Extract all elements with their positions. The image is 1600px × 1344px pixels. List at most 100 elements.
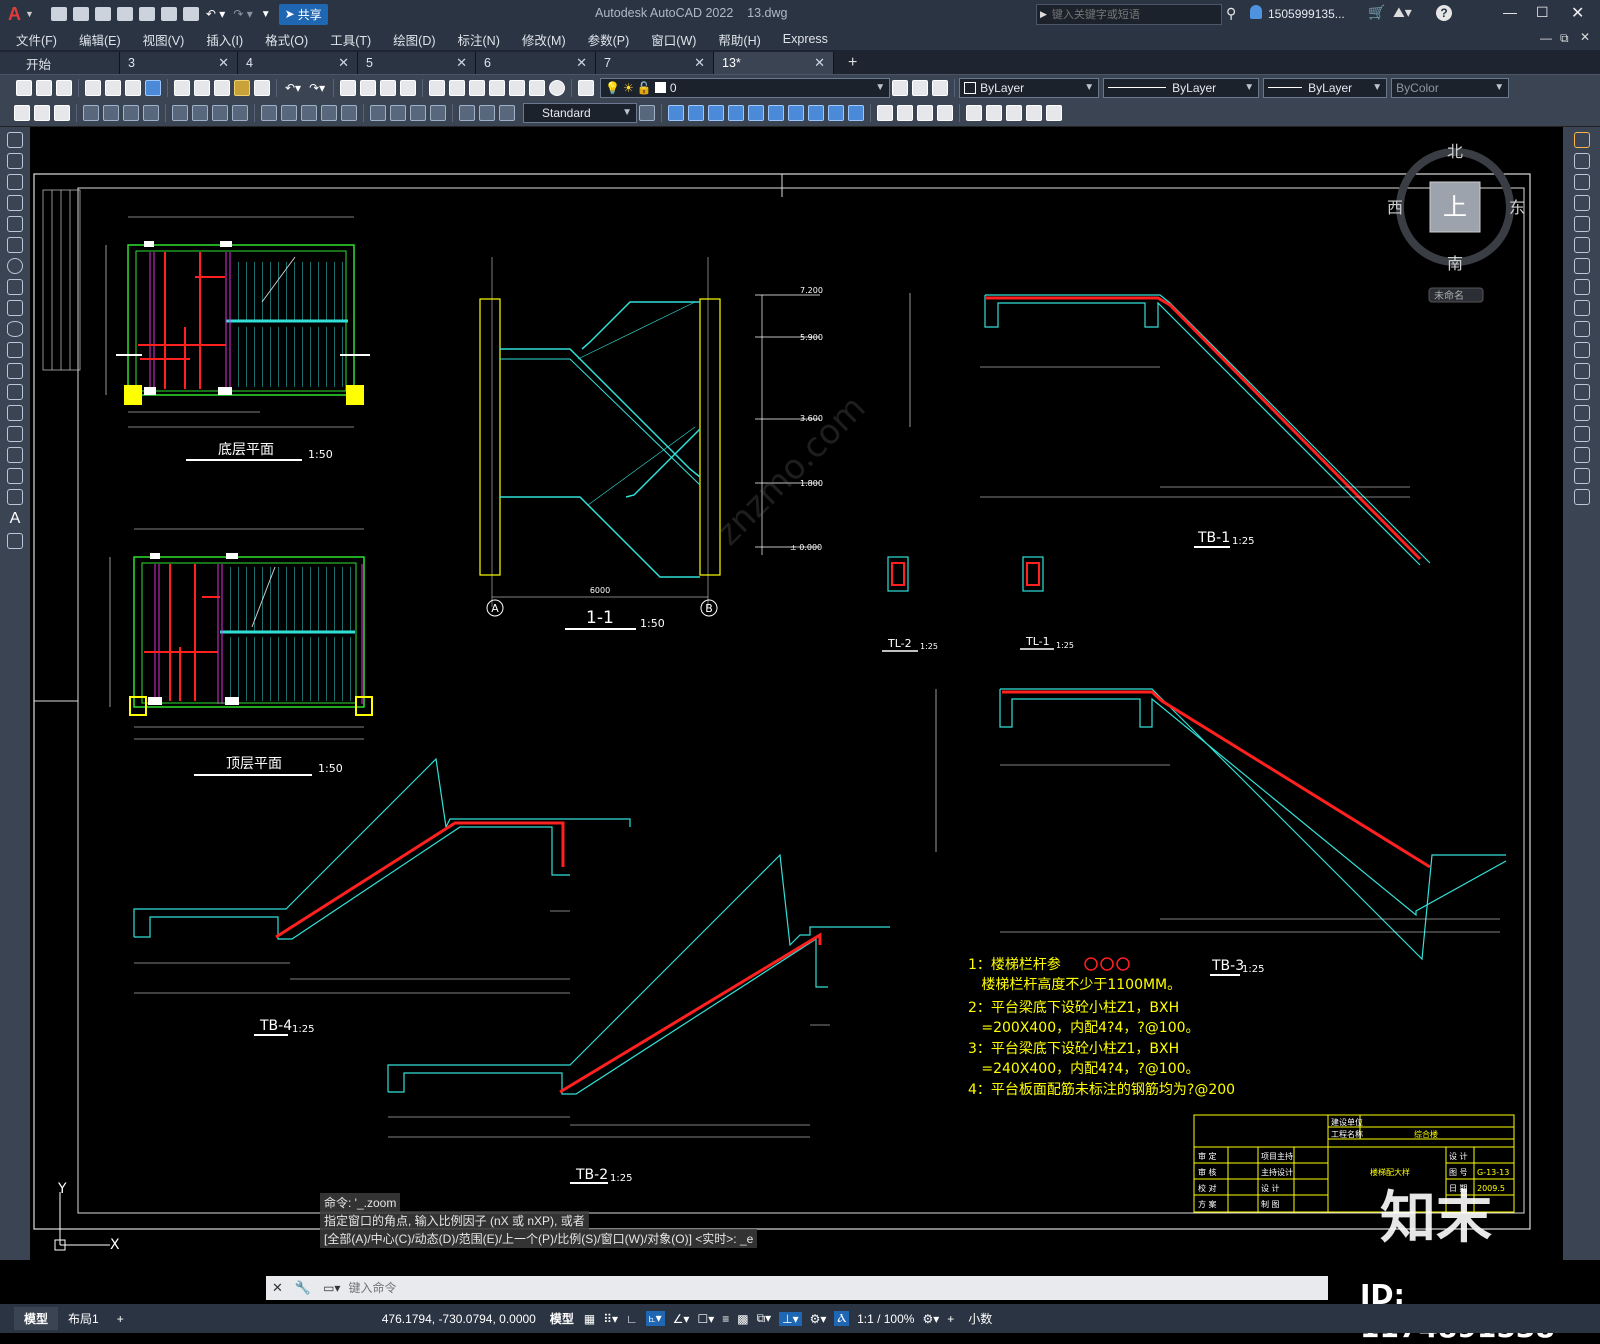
view-nw-icon[interactable] [848, 105, 864, 121]
fillet-icon[interactable] [1573, 447, 1590, 463]
open-icon[interactable] [72, 7, 89, 21]
tab-4[interactable]: 4 ✕ [238, 52, 358, 74]
stretch-icon[interactable] [1573, 300, 1590, 316]
layer-state-icon[interactable] [932, 79, 949, 96]
circle-icon[interactable] [7, 258, 23, 274]
dim-linear-icon[interactable] [83, 105, 99, 121]
annotation-scale[interactable]: 1:1 / 100% [857, 1312, 914, 1326]
osnap-track-icon[interactable]: ∠▾ [673, 1312, 690, 1326]
menu-parametric[interactable]: 参数(P) [588, 30, 630, 49]
transparency-icon[interactable]: ▩ [737, 1312, 748, 1326]
visual-style-3d-icon[interactable] [897, 105, 913, 121]
arc-icon[interactable] [7, 237, 23, 253]
calculator-icon[interactable] [529, 79, 546, 96]
menu-dimension[interactable]: 标注(N) [458, 30, 500, 49]
tolerance-icon[interactable] [370, 105, 386, 121]
web-mobile-open-icon[interactable] [138, 7, 155, 21]
units-dropdown[interactable]: 小数 [968, 1310, 992, 1327]
hatch-icon[interactable] [7, 426, 23, 442]
region-icon[interactable] [7, 468, 23, 484]
center-mark-icon[interactable] [390, 105, 406, 121]
save-icon[interactable] [56, 79, 72, 96]
markup-icon[interactable] [509, 79, 526, 96]
layer-iso-icon[interactable] [54, 105, 70, 121]
selection-cycling-icon[interactable]: ⧉▾ [757, 1311, 772, 1326]
ucs-icon[interactable] [966, 105, 982, 121]
menu-express[interactable]: Express [783, 32, 828, 46]
web-mobile-save-icon[interactable] [160, 7, 177, 21]
plot-icon[interactable] [182, 7, 199, 21]
insert-block-icon[interactable] [7, 363, 23, 379]
copy-icon[interactable] [194, 79, 210, 96]
dim-update-icon[interactable] [499, 105, 515, 121]
polygon-icon[interactable] [7, 195, 23, 211]
visual-style-hidden-icon[interactable] [917, 105, 933, 121]
break-at-point-icon[interactable] [1573, 363, 1590, 379]
break-icon[interactable] [1573, 384, 1590, 400]
view-back-icon[interactable] [768, 105, 784, 121]
menu-file[interactable]: 文件(F) [16, 30, 57, 49]
paste-icon[interactable] [214, 79, 230, 96]
osnap-icon[interactable]: ☐▾ [697, 1312, 714, 1326]
menu-edit[interactable]: 编辑(E) [79, 30, 121, 49]
menu-draw[interactable]: 绘图(D) [393, 30, 435, 49]
menu-format[interactable]: 格式(O) [265, 30, 308, 49]
copy-object-icon[interactable] [1573, 153, 1590, 169]
annotation-scale-icon[interactable]: Ⲁ [834, 1311, 850, 1326]
dim-break-icon[interactable] [341, 105, 357, 121]
designcenter-icon[interactable] [449, 79, 466, 96]
zoom-previous-icon[interactable] [400, 79, 417, 96]
menu-help[interactable]: 帮助(H) [718, 30, 760, 49]
new-tab-icon[interactable]: + [848, 54, 857, 72]
layer-previous-icon[interactable] [912, 79, 929, 96]
view-sw-icon[interactable] [788, 105, 804, 121]
saveas-icon[interactable] [116, 7, 133, 21]
dim-tedit-icon[interactable] [479, 105, 495, 121]
dim-edit-icon[interactable] [459, 105, 475, 121]
undo-icon[interactable]: ↶▾ [285, 81, 301, 95]
extend-icon[interactable] [1573, 342, 1590, 358]
lineweight-icon[interactable]: ≡ [722, 1312, 729, 1326]
lineweight-dropdown[interactable]: ByLayer ▼ [1263, 77, 1388, 98]
plus-icon[interactable]: + [947, 1312, 954, 1326]
linetype-dropdown[interactable]: ByLayer ▼ [1103, 77, 1260, 98]
move-icon[interactable] [1573, 237, 1590, 253]
tab-close-icon[interactable]: ✕ [576, 55, 587, 71]
properties-icon[interactable] [429, 79, 446, 96]
pan-icon[interactable] [340, 79, 357, 96]
tool-palettes-icon[interactable] [469, 79, 486, 96]
view-ne-icon[interactable] [828, 105, 844, 121]
save-icon[interactable] [94, 7, 111, 21]
plot-icon[interactable] [85, 79, 101, 96]
workspace-icon[interactable]: ⚙▾ [810, 1312, 827, 1326]
dim-radius-icon[interactable] [172, 105, 188, 121]
erase-icon[interactable] [1573, 132, 1590, 148]
text-style-dropdown[interactable]: Standard ▼ [523, 103, 637, 123]
ucs-object-icon[interactable] [1046, 105, 1062, 121]
doc-restore-icon[interactable]: ⧉ [1560, 31, 1569, 46]
redo-icon[interactable]: ↷▾ [309, 81, 325, 95]
layer-dropdown[interactable]: 💡 ☀ 🔓 0 ▼ [600, 77, 891, 98]
join-icon[interactable] [1573, 405, 1590, 421]
menu-tools[interactable]: 工具(T) [330, 30, 371, 49]
search-icon[interactable]: ⚲ [1226, 5, 1236, 22]
add-selected-icon[interactable] [7, 533, 23, 549]
menu-modify[interactable]: 修改(M) [522, 30, 566, 49]
ucs-world-icon[interactable] [986, 105, 1002, 121]
doc-close-icon[interactable]: ✕ [1580, 30, 1590, 44]
sheetset-icon[interactable] [489, 79, 506, 96]
tab-6[interactable]: 6 ✕ [476, 52, 596, 74]
line-icon[interactable] [7, 132, 23, 148]
help-icon[interactable] [549, 79, 566, 96]
dim-ordinate-icon[interactable] [143, 105, 159, 121]
qnew-icon[interactable] [16, 79, 32, 96]
tab-close-icon[interactable]: ✕ [694, 55, 705, 71]
ellipse-arc-icon[interactable] [7, 342, 23, 358]
search-box[interactable]: ▶ [1036, 4, 1222, 25]
tab-start[interactable]: 开始 [0, 52, 120, 74]
dim-angular-icon[interactable] [232, 105, 248, 121]
qdim-icon[interactable] [261, 105, 277, 121]
annotation-monitor-icon[interactable]: ⊥▾ [779, 1311, 802, 1326]
visual-style-2d-icon[interactable] [877, 105, 893, 121]
rotate-icon[interactable] [1573, 258, 1590, 274]
